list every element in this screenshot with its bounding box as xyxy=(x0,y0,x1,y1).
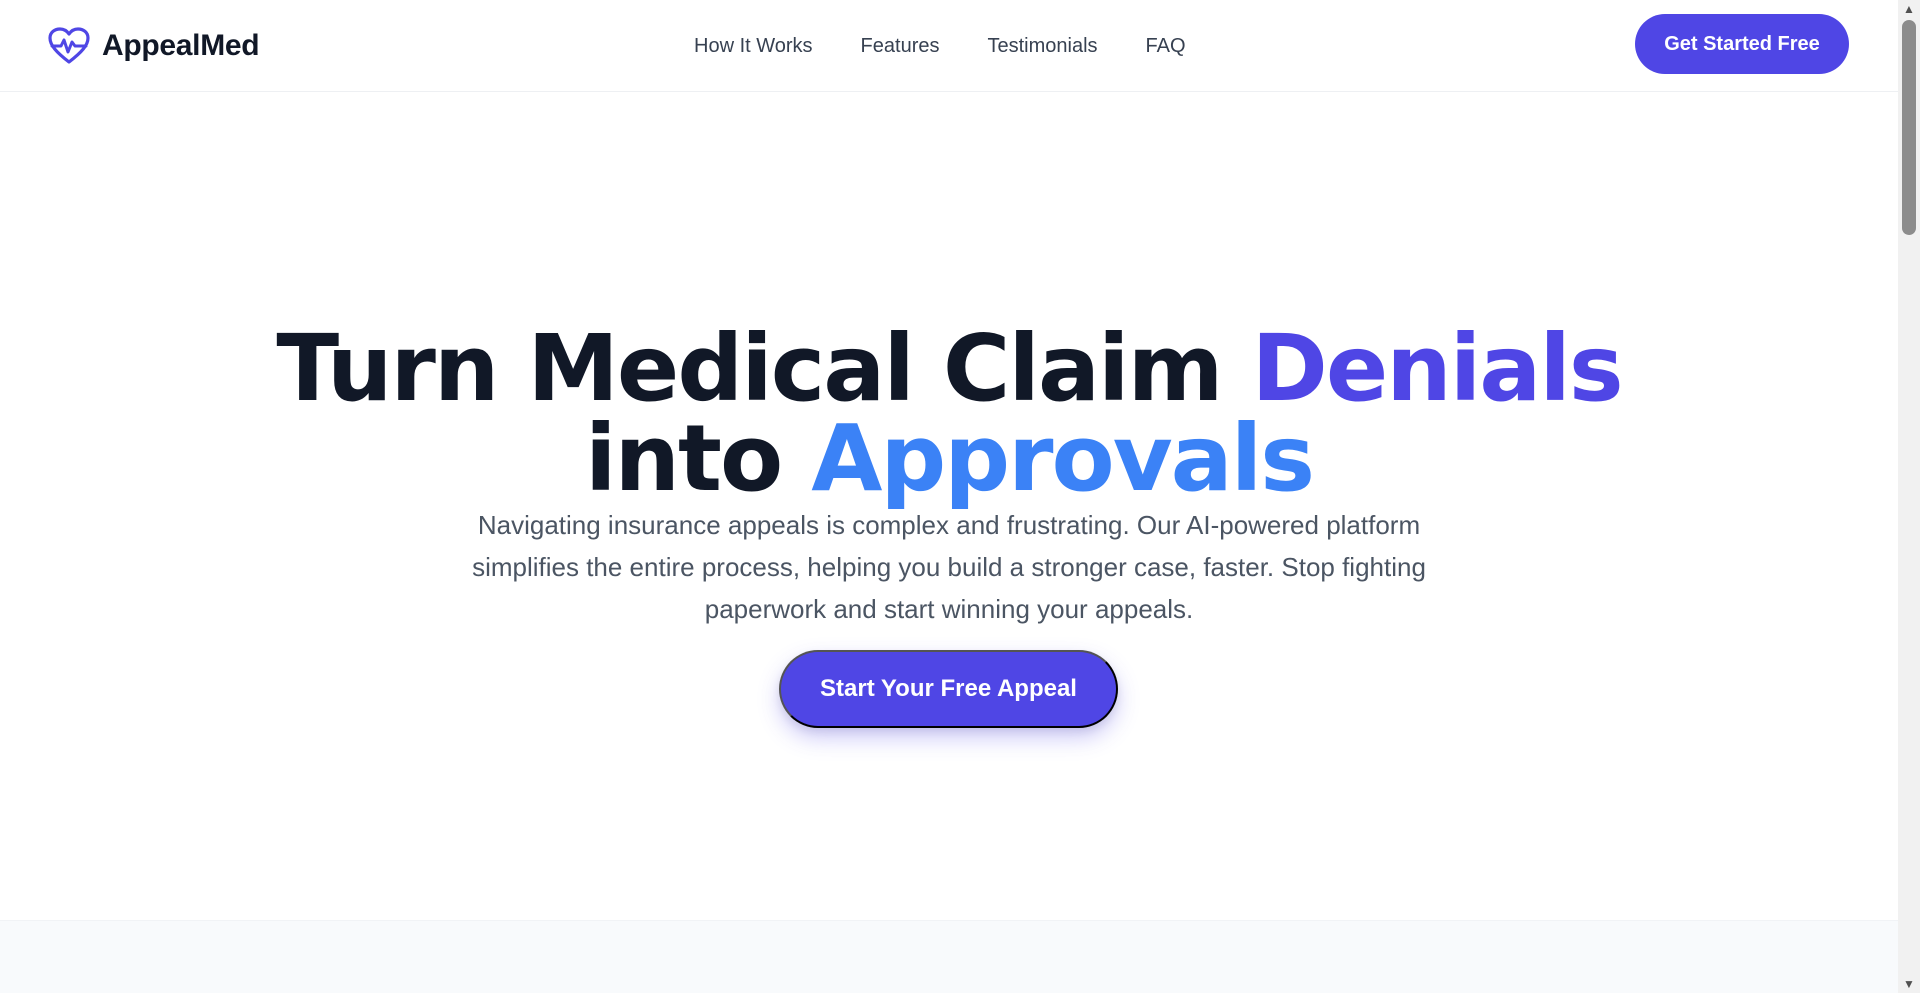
hero-title-highlight-approvals: Approvals xyxy=(811,404,1315,512)
start-free-appeal-button[interactable]: Start Your Free Appeal xyxy=(779,650,1118,728)
nav-link-testimonials[interactable]: Testimonials xyxy=(987,35,1097,58)
brand-name: AppealMed xyxy=(102,29,260,62)
brand-logo[interactable]: AppealMed xyxy=(48,24,260,68)
get-started-button[interactable]: Get Started Free xyxy=(1635,14,1849,74)
hero-title-part2: into xyxy=(584,404,812,512)
hero-subtitle: Navigating insurance appeals is complex … xyxy=(472,510,1426,624)
scroll-up-arrow-icon[interactable]: ▲ xyxy=(1898,0,1920,18)
nav-link-how-it-works[interactable]: How It Works xyxy=(694,35,813,58)
site-header: AppealMed How It Works Features Testimon… xyxy=(0,0,1898,92)
nav-link-faq[interactable]: FAQ xyxy=(1146,35,1186,58)
main-nav: How It Works Features Testimonials FAQ xyxy=(694,30,1186,62)
next-section xyxy=(0,920,1898,993)
scrollbar-thumb[interactable] xyxy=(1902,20,1916,235)
heart-pulse-icon xyxy=(48,27,90,64)
nav-link-features[interactable]: Features xyxy=(861,35,940,58)
scroll-down-arrow-icon[interactable]: ▼ xyxy=(1898,975,1920,993)
hero-title: Turn Medical Claim Denials into Approvals xyxy=(0,322,1898,504)
landing-page: AppealMed How It Works Features Testimon… xyxy=(0,0,1898,993)
vertical-scrollbar[interactable]: ▲ ▼ xyxy=(1898,0,1920,993)
